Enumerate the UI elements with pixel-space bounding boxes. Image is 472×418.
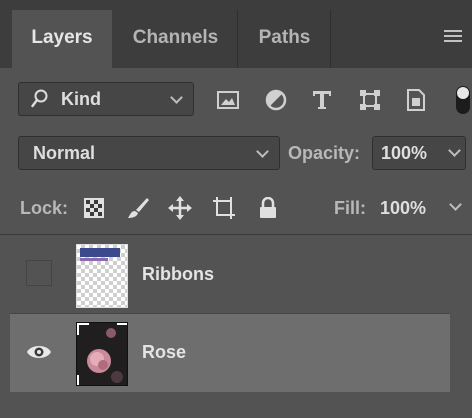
shape-filter-icon[interactable] <box>356 86 384 114</box>
layers-list-empty-area <box>0 392 472 418</box>
divider <box>0 234 472 235</box>
tab-layers[interactable]: Layers <box>12 10 112 68</box>
layer-row-rose[interactable]: Rose <box>10 314 450 392</box>
lock-all-icon[interactable] <box>254 194 282 222</box>
chevron-down-icon[interactable] <box>448 144 461 157</box>
filter-kind-select[interactable]: Kind <box>18 82 194 116</box>
layer-name[interactable]: Rose <box>142 342 186 363</box>
blend-mode-select[interactable]: Normal <box>18 136 280 170</box>
image-filter-icon[interactable] <box>214 86 242 114</box>
type-filter-icon[interactable] <box>308 86 336 114</box>
opacity-field[interactable]: 100% <box>372 136 466 170</box>
tab-paths[interactable]: Paths <box>239 10 331 68</box>
opacity-label: Opacity: <box>288 143 361 163</box>
lock-image-pixels-icon[interactable] <box>124 194 152 222</box>
lock-position-icon[interactable] <box>166 194 194 222</box>
fill-value: 100% <box>380 198 427 218</box>
visibility-toggle[interactable] <box>26 260 52 286</box>
tab-channels[interactable]: Channels <box>114 10 238 68</box>
fill-field[interactable]: 100% <box>372 190 466 224</box>
chevron-down-icon[interactable] <box>449 198 462 211</box>
layers-panel: Layers Channels Paths Kind Normal Opacit… <box>0 0 472 418</box>
panel-menu-icon[interactable] <box>444 30 462 44</box>
filter-toggle-icon[interactable] <box>450 86 472 114</box>
lock-label: Lock: <box>20 198 69 218</box>
chevron-down-icon <box>256 145 269 158</box>
opacity-value: 100% <box>381 143 428 163</box>
fill-label: Fill: <box>334 198 366 218</box>
eye-icon[interactable] <box>26 342 52 362</box>
search-icon <box>31 89 48 108</box>
panel-tab-bar: Layers Channels Paths <box>0 0 472 68</box>
smart-object-filter-icon[interactable] <box>402 86 430 114</box>
layer-row-ribbons[interactable]: Ribbons <box>10 236 450 314</box>
layer-name[interactable]: Ribbons <box>142 264 214 285</box>
layer-thumbnail <box>76 244 128 308</box>
lock-transparent-pixels-icon[interactable] <box>80 194 108 222</box>
chevron-down-icon <box>170 91 183 104</box>
filter-kind-label: Kind <box>61 89 101 109</box>
lock-artboard-icon[interactable] <box>210 194 238 222</box>
adjustment-filter-icon[interactable] <box>262 86 290 114</box>
layer-thumbnail <box>76 322 128 386</box>
blend-mode-value: Normal <box>33 143 96 163</box>
